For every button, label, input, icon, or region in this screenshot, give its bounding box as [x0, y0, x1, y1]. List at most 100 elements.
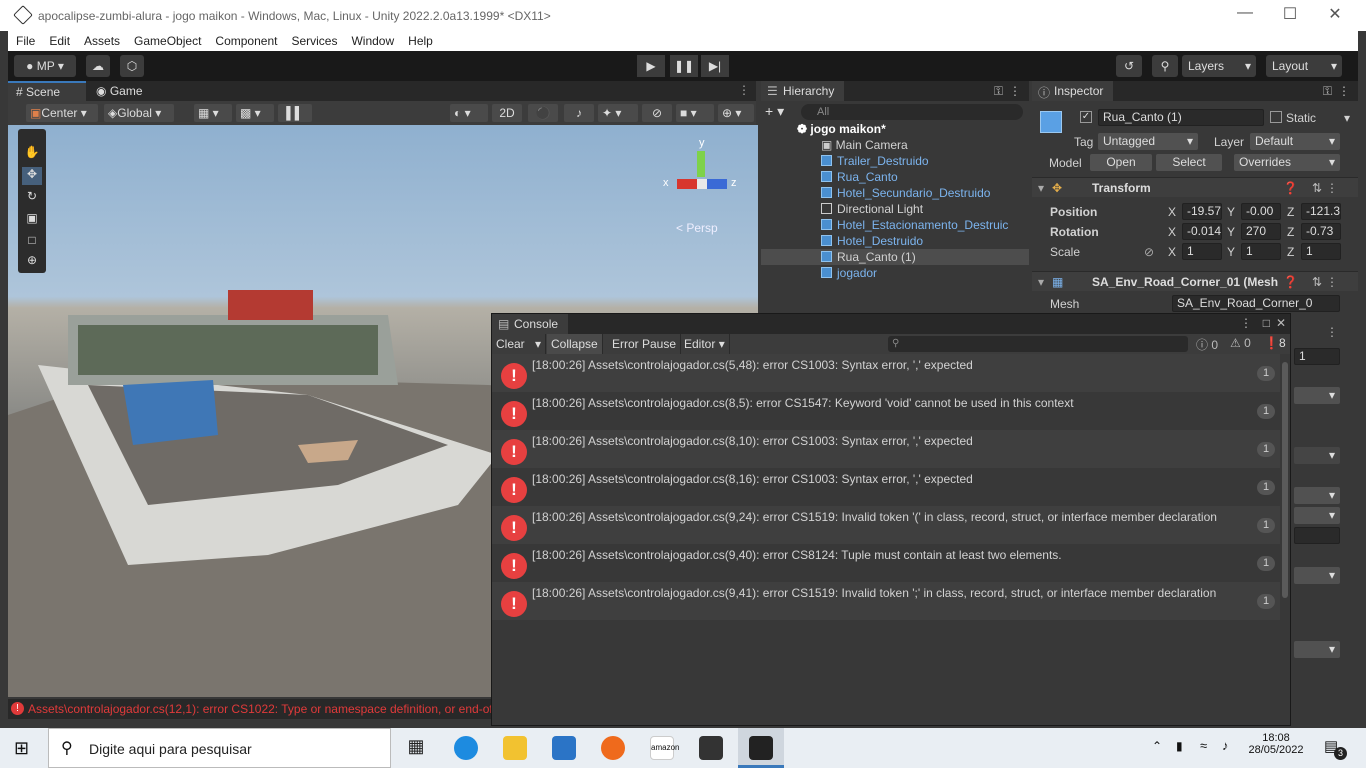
- maximize-icon[interactable]: ☐: [1267, 4, 1313, 26]
- menu-component[interactable]: Component: [207, 31, 283, 48]
- warning-filter-toggle[interactable]: ⚠ 0: [1230, 336, 1251, 350]
- menu-help[interactable]: Help: [400, 31, 439, 48]
- partial-dropdown-4[interactable]: ▾: [1294, 507, 1340, 524]
- help-icon[interactable]: ❓: [1283, 181, 1298, 195]
- amazon-icon[interactable]: amazon: [650, 736, 679, 760]
- settings-icon[interactable]: ⇅: [1312, 275, 1322, 289]
- console-search-input[interactable]: ⚲: [888, 336, 1188, 352]
- hierarchy-item[interactable]: Rua_Canto: [761, 169, 1029, 185]
- grid-snap-button[interactable]: ▦ ▾: [194, 104, 232, 122]
- static-checkbox[interactable]: [1270, 111, 1282, 123]
- error-pause-toggle[interactable]: Error Pause: [608, 334, 682, 354]
- camera-icon[interactable]: ■ ▾: [676, 104, 714, 122]
- more-options-icon[interactable]: ⋮: [1326, 275, 1338, 289]
- more-options-icon[interactable]: ⋮: [1240, 316, 1252, 330]
- file-explorer-icon[interactable]: [503, 736, 527, 760]
- task-view-icon[interactable]: ▦: [404, 736, 428, 760]
- mail-icon[interactable]: [552, 736, 576, 760]
- ruler-icon[interactable]: ▐▐ ▾: [278, 104, 312, 138]
- console-entry[interactable]: ! [18:00:26] Assets\controlajogador.cs(9,…: [492, 582, 1280, 620]
- partial-dropdown[interactable]: ▾: [1294, 387, 1340, 404]
- search-icon[interactable]: ⚲: [1152, 55, 1178, 77]
- status-bar[interactable]: ! Assets\controlajogador.cs(12,1): error…: [8, 699, 498, 719]
- rotation-z-field[interactable]: -0.73: [1301, 223, 1341, 240]
- layer-dropdown[interactable]: Default ▾: [1250, 133, 1340, 150]
- visibility-icon[interactable]: ⊘: [642, 104, 672, 122]
- unity-editor-taskbar-item[interactable]: [738, 728, 784, 768]
- battery-icon[interactable]: ▮: [1176, 739, 1183, 753]
- hierarchy-item[interactable]: Hotel_Destruido: [761, 233, 1029, 249]
- hierarchy-item[interactable]: Hotel_Estacionamento_Destruic: [761, 217, 1029, 233]
- orientation-gizmo[interactable]: y x z: [663, 135, 743, 215]
- effects-icon[interactable]: ✦ ▾: [598, 104, 638, 122]
- mesh-field[interactable]: SA_Env_Road_Corner_0: [1172, 295, 1340, 312]
- pause-button[interactable]: ❚❚: [670, 55, 698, 77]
- menu-window[interactable]: Window: [343, 31, 400, 48]
- hierarchy-item[interactable]: Rua_Canto (1): [761, 249, 1029, 265]
- scale-tool-icon[interactable]: ▣: [22, 211, 42, 229]
- clock[interactable]: 18:08 28/05/2022: [1248, 732, 1304, 756]
- hand-tool-icon[interactable]: ✋: [22, 145, 42, 163]
- 2d-toggle[interactable]: 2D: [492, 104, 522, 122]
- select-button[interactable]: Select: [1156, 154, 1222, 171]
- partial-dropdown-3[interactable]: ▾: [1294, 487, 1340, 504]
- menu-file[interactable]: File: [8, 31, 41, 48]
- settings-icon[interactable]: ⇅: [1312, 181, 1322, 195]
- lighting-icon[interactable]: ⚫: [528, 104, 558, 122]
- tab-scene[interactable]: # Scene: [8, 81, 86, 101]
- menu-edit[interactable]: Edit: [41, 31, 76, 48]
- wifi-icon[interactable]: ≈: [1200, 738, 1207, 753]
- partial-field[interactable]: 1: [1294, 348, 1340, 365]
- console-entry[interactable]: ! [18:00:26] Assets\controlajogador.cs(9,…: [492, 544, 1280, 582]
- menu-gameobject[interactable]: GameObject: [126, 31, 207, 48]
- position-z-field[interactable]: -121.3: [1301, 203, 1341, 220]
- clear-button[interactable]: Clear ▾: [492, 334, 546, 354]
- persp-label[interactable]: < Persp: [676, 221, 718, 235]
- close-icon[interactable]: ✕: [1312, 4, 1358, 26]
- error-filter-toggle[interactable]: ❗8: [1264, 336, 1286, 350]
- close-icon[interactable]: ✕: [1276, 316, 1286, 330]
- partial-dropdown-2[interactable]: ▾: [1294, 447, 1340, 464]
- collab-icon[interactable]: ⬡: [120, 55, 144, 77]
- more-options-icon[interactable]: ⋮: [738, 83, 750, 97]
- partial-dropdown-5[interactable]: ▾: [1294, 567, 1340, 584]
- collapse-toggle[interactable]: Collapse: [547, 334, 603, 354]
- menu-services[interactable]: Services: [283, 31, 343, 48]
- pivot-dropdown[interactable]: ▣Center ▾: [26, 104, 98, 122]
- audio-icon[interactable]: ♪: [564, 104, 594, 122]
- console-entry[interactable]: ! [18:00:26] Assets\controlajogador.cs(9,…: [492, 506, 1280, 544]
- hierarchy-item[interactable]: Hotel_Secundario_Destruido: [761, 185, 1029, 201]
- rect-tool-icon[interactable]: □: [22, 233, 42, 251]
- hierarchy-item[interactable]: Directional Light: [761, 201, 1029, 217]
- position-x-field[interactable]: -19.57: [1182, 203, 1222, 220]
- increment-snap-button[interactable]: ▩ ▾: [236, 104, 274, 122]
- scale-y-field[interactable]: 1: [1241, 243, 1281, 260]
- chevron-down-icon[interactable]: ▾: [1344, 111, 1350, 125]
- unity-hub-icon[interactable]: [699, 736, 723, 760]
- tag-dropdown[interactable]: Untagged ▾: [1098, 133, 1198, 150]
- history-icon[interactable]: ↺: [1116, 55, 1142, 77]
- draw-mode-button[interactable]: ◐ ▾: [450, 104, 488, 122]
- active-checkbox[interactable]: ✓: [1080, 111, 1092, 123]
- console-entry[interactable]: ! [18:00:26] Assets\controlajogador.cs(5,…: [492, 354, 1280, 392]
- chevron-up-icon[interactable]: ⌃: [1152, 739, 1162, 753]
- object-name-field[interactable]: Rua_Canto (1): [1098, 109, 1264, 126]
- rotate-tool-icon[interactable]: ↻: [22, 189, 42, 207]
- play-button[interactable]: ▶: [637, 55, 665, 77]
- space-dropdown[interactable]: ◈Global ▾: [104, 104, 174, 122]
- console-entry[interactable]: ! [18:00:26] Assets\controlajogador.cs(8,…: [492, 430, 1280, 468]
- hierarchy-item[interactable]: Trailer_Destruido: [761, 153, 1029, 169]
- scale-z-field[interactable]: 1: [1301, 243, 1341, 260]
- transform-tool-icon[interactable]: ⊕: [22, 253, 42, 271]
- tab-game[interactable]: ◉ Game: [88, 81, 151, 101]
- move-tool-icon[interactable]: ✥: [22, 167, 42, 185]
- more-options-icon[interactable]: ⋮: [1326, 181, 1338, 195]
- notification-icon[interactable]: ▤ 3: [1324, 737, 1347, 760]
- rotation-x-field[interactable]: -0.014: [1182, 223, 1222, 240]
- firefox-icon[interactable]: [601, 736, 625, 760]
- layout-dropdown[interactable]: Layout ▾: [1266, 55, 1342, 77]
- hierarchy-item[interactable]: ▣ Main Camera: [761, 137, 1029, 153]
- hierarchy-item[interactable]: jogador: [761, 265, 1029, 281]
- partial-dropdown-6[interactable]: ▾: [1294, 641, 1340, 658]
- step-button[interactable]: ▶|: [701, 55, 729, 77]
